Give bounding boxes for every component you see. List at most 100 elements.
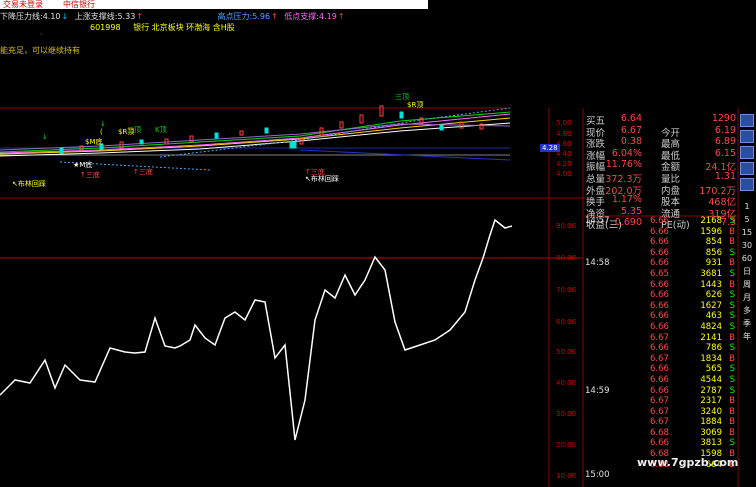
period-tab[interactable]: 多	[738, 304, 756, 317]
trade-row: 6.67 1834 B	[585, 354, 738, 365]
trade-bs: S	[729, 438, 735, 449]
list-icon[interactable]	[740, 162, 754, 175]
trade-p: 6.66	[650, 300, 669, 311]
quote-v2: 1290	[711, 113, 736, 124]
period-tab[interactable]: 周	[738, 278, 756, 291]
trade-v: 3069	[700, 427, 722, 438]
trade-row: 6.68 3069 B	[585, 428, 738, 439]
chart-icon[interactable]	[740, 146, 754, 159]
period-tab[interactable]: 15	[738, 226, 756, 239]
trade-v: 2787	[700, 385, 722, 396]
trade-v: 3681	[700, 268, 722, 279]
trade-row: 6.67 1884 B	[585, 417, 738, 428]
trade-row: 14:58 6.66 931 B	[585, 258, 738, 269]
trade-bs: S	[729, 321, 735, 332]
trade-p: 6.66	[650, 216, 669, 226]
quote-row: 涨跌 0.38 最高 6.89	[585, 136, 738, 150]
period-tab[interactable]: 月	[738, 291, 756, 304]
trade-p: 6.67	[650, 353, 669, 364]
trade-v: 786	[705, 343, 722, 354]
quote-v1: 1.17%	[611, 194, 642, 206]
trade-bs: S	[729, 216, 735, 226]
trade-row: 6.67 3240 B	[585, 407, 738, 418]
trade-v: 463	[705, 311, 722, 322]
trade-row: 6.66 4544 S	[585, 375, 738, 386]
marker-k-ding: K顶	[155, 126, 167, 134]
trade-p: 6.66	[650, 374, 669, 385]
trade-bs: B	[729, 237, 735, 248]
period-tab[interactable]: 5	[738, 213, 756, 226]
quote-v1: 6.64	[620, 113, 642, 124]
trade-v: 565	[705, 364, 722, 375]
trade-t: 14:57	[585, 216, 610, 226]
trade-row: 6.66 786 S	[585, 343, 738, 354]
period-tab[interactable]: 60	[738, 252, 756, 265]
quote-v1: 6.67	[620, 124, 642, 136]
period-tab[interactable]: 日	[738, 265, 756, 278]
trade-bs: B	[729, 427, 735, 438]
trade-bs: B	[729, 353, 735, 364]
trade-p: 6.66	[650, 247, 669, 258]
quote-v2: 1.31	[714, 170, 736, 182]
trade-bs: S	[729, 268, 735, 279]
trade-bs: S	[729, 311, 735, 322]
trade-row: 6.66 4824 S	[585, 322, 738, 333]
quote-v2: 6.15	[714, 147, 736, 159]
trade-bs: S	[729, 300, 735, 311]
marker-bulin-1: ↖布林回踩	[12, 180, 46, 188]
trade-v: 4824	[700, 321, 722, 332]
period-tab[interactable]: 30	[738, 239, 756, 252]
trade-row: 6.66 565 S	[585, 364, 738, 375]
trade-bs: B	[729, 406, 735, 417]
marker-san-di-2: ↑三底	[133, 168, 153, 176]
trade-p: 6.66	[650, 385, 669, 396]
quote-row: 现价 6.67 今开 6.19	[585, 124, 738, 139]
trade-p: 6.67	[650, 396, 669, 407]
quote-v1: 6.04%	[611, 147, 642, 159]
trade-p: 6.66	[650, 321, 669, 332]
trade-p: 6.66	[650, 279, 669, 290]
trade-p: 6.68	[650, 427, 669, 438]
trade-p: 6.66	[650, 438, 669, 449]
trade-row: 6.67 2317 B	[585, 396, 738, 407]
settings-icon[interactable]	[740, 130, 754, 143]
trade-row: 6.65 3681 S	[585, 269, 738, 280]
trade-v: 854	[705, 237, 722, 248]
trade-bs: B	[729, 258, 735, 269]
trade-v: 931	[705, 258, 722, 269]
quote-row: 振幅 11.76% 金额 24.1亿	[585, 159, 738, 173]
close-icon[interactable]	[740, 114, 754, 127]
trade-row: 6.66 1596 B	[585, 227, 738, 238]
period-tab[interactable]: 年	[738, 330, 756, 343]
period-tab[interactable]: 1	[738, 200, 756, 213]
layout-icon[interactable]	[740, 178, 754, 191]
period-tab[interactable]: 季	[738, 317, 756, 330]
period-tabs[interactable]: 1 5 15 30 60 日周月多季年	[738, 200, 756, 343]
trade-v: 1834	[700, 353, 722, 364]
trade-p: 6.66	[650, 226, 669, 237]
marker-m-di: $M底	[85, 138, 103, 146]
trade-row: 6.66 856 S	[585, 248, 738, 259]
trade-p: 6.66	[650, 311, 669, 322]
quote-v2: 6.19	[714, 124, 736, 136]
quote-row: 总量 372.3万 量比 1.31	[585, 170, 738, 185]
trade-v: 1443	[700, 279, 722, 290]
trade-v: 1884	[700, 417, 722, 428]
trade-t: 14:58	[585, 258, 610, 269]
quote-v1: 0.38	[620, 136, 642, 148]
trade-bs: B	[729, 417, 735, 428]
trade-p: 6.67	[650, 332, 669, 343]
trade-bs: S	[729, 364, 735, 375]
right-toolbar[interactable]	[738, 112, 756, 194]
trade-v: 1627	[700, 300, 722, 311]
tick-trades-list[interactable]: 14:57 6.66 2168 S 6.66 1596 B 6.66 854 B 6.66 856 S 1…	[585, 216, 738, 481]
trade-row: 6.66 1627 S	[585, 301, 738, 312]
trade-bs: B	[729, 396, 735, 407]
marker-m-di-star: ★M底	[73, 161, 93, 169]
trade-v: 626	[705, 290, 722, 301]
trade-bs: S	[729, 290, 735, 301]
trade-row: 6.67 2141 B	[585, 333, 738, 344]
trade-bs: B	[729, 332, 735, 343]
watermark: www.7gpzb.com	[637, 456, 739, 469]
trade-p: 6.67	[650, 406, 669, 417]
